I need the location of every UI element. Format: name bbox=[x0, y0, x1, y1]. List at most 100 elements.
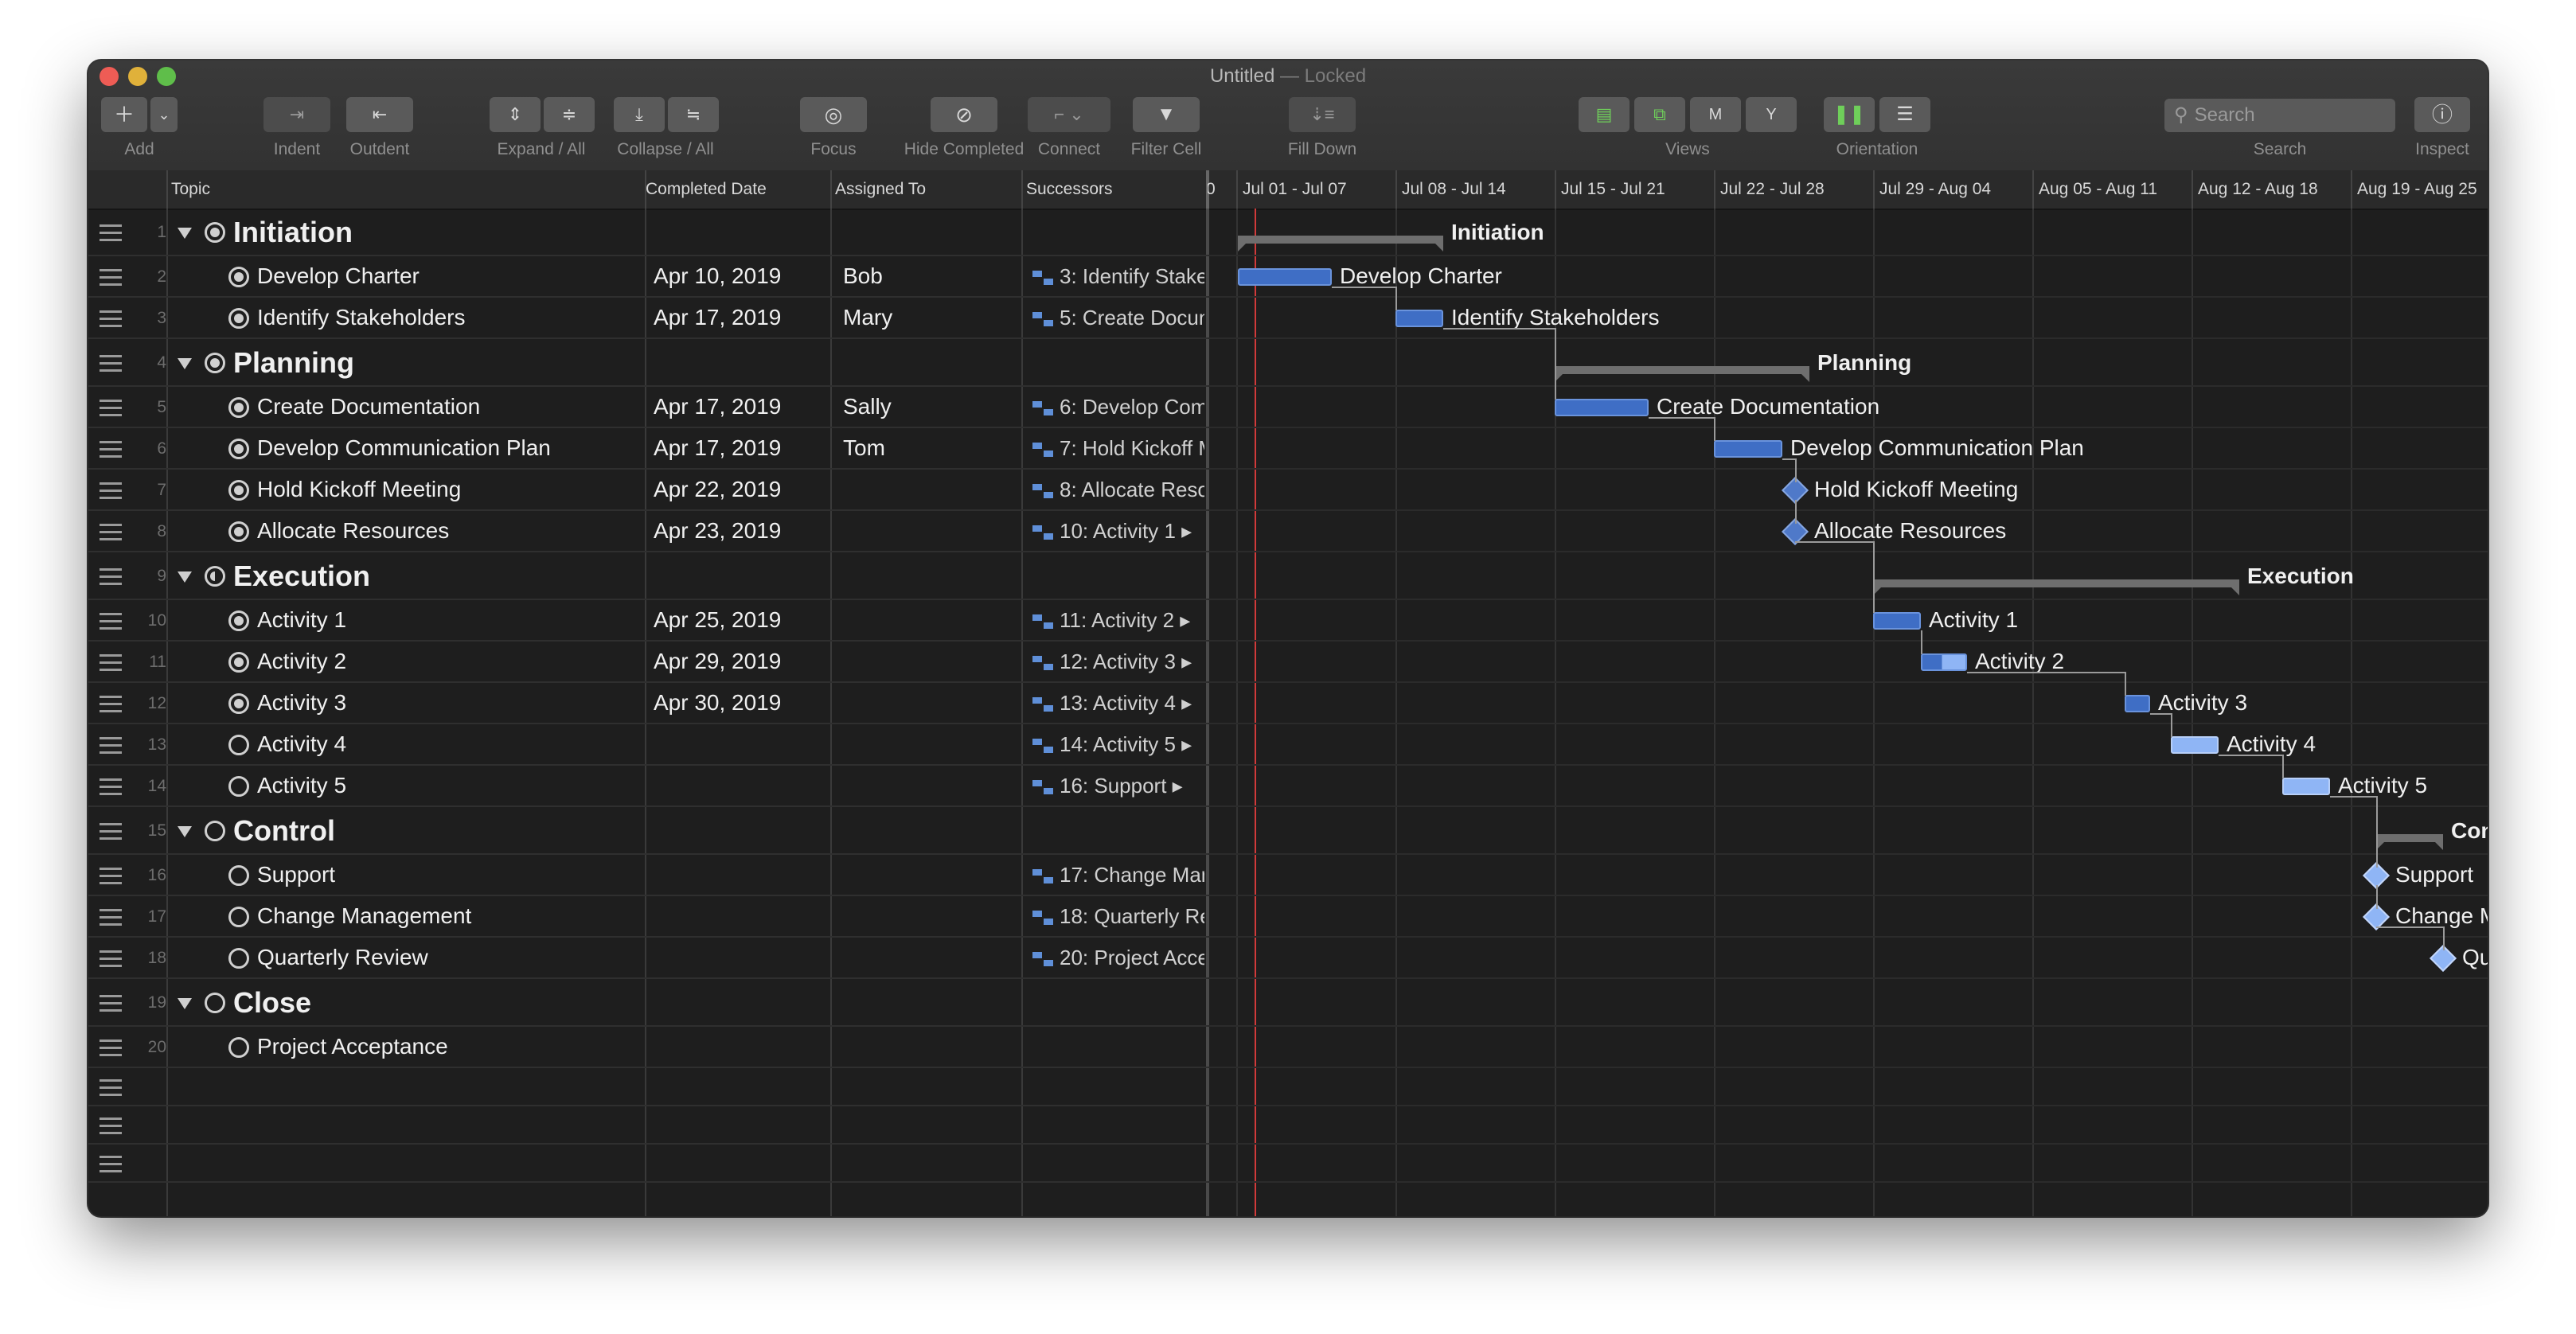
status-checkbox[interactable] bbox=[228, 735, 249, 755]
group-topic[interactable]: Execution bbox=[233, 560, 370, 593]
successors-cell[interactable]: 13: Activity 4 ▸ bbox=[1032, 691, 1204, 716]
row-drag-handle-icon[interactable] bbox=[100, 441, 122, 462]
task-topic[interactable]: Activity 3 bbox=[257, 690, 346, 716]
status-checkbox[interactable] bbox=[228, 610, 249, 631]
gantt-task-bar[interactable] bbox=[1921, 653, 1967, 671]
task-topic[interactable]: Allocate Resources bbox=[257, 518, 449, 544]
task-topic[interactable]: Activity 4 bbox=[257, 731, 346, 757]
year-view-button[interactable]: Y bbox=[1746, 97, 1797, 132]
task-topic[interactable]: Identify Stakeholders bbox=[257, 305, 466, 330]
task-topic[interactable]: Quarterly Review bbox=[257, 945, 428, 970]
row-drag-handle-icon[interactable] bbox=[100, 310, 122, 332]
successors-cell[interactable]: 7: Hold Kickoff Meeting bbox=[1032, 436, 1204, 461]
assigned-to-cell[interactable]: Sally bbox=[843, 394, 1014, 419]
successors-cell[interactable]: 10: Activity 1 ▸ bbox=[1032, 519, 1204, 544]
add-button[interactable]: ＋ bbox=[101, 97, 147, 132]
disclosure-triangle-icon[interactable] bbox=[178, 358, 192, 369]
row-drag-handle-icon[interactable] bbox=[100, 696, 122, 717]
gantt-task-bar[interactable] bbox=[1873, 612, 1921, 630]
successors-cell[interactable]: 6: Develop Communication Plan bbox=[1032, 395, 1204, 419]
hide-completed-button[interactable]: ⊘ bbox=[931, 97, 997, 132]
successors-cell[interactable]: 17: Change Management bbox=[1032, 863, 1204, 887]
assigned-to-cell[interactable]: Bob bbox=[843, 263, 1014, 289]
gantt-summary-bar[interactable] bbox=[1555, 366, 1809, 382]
row-drag-handle-icon[interactable] bbox=[100, 778, 122, 800]
outline-row[interactable]: 18 Quarterly Review 20: Project Acceptance bbox=[88, 938, 1208, 979]
gantt-task-bar[interactable] bbox=[1238, 268, 1332, 286]
row-drag-handle-icon[interactable] bbox=[100, 1079, 122, 1101]
outline-row[interactable]: 3 Identify Stakeholders Apr 17, 2019 Mary 5:… bbox=[88, 298, 1208, 339]
disclosure-triangle-icon[interactable] bbox=[178, 571, 192, 583]
group-topic[interactable]: Close bbox=[233, 986, 311, 1020]
task-topic[interactable]: Activity 5 bbox=[257, 773, 346, 798]
gantt-task-bar[interactable] bbox=[2282, 778, 2330, 795]
outline-row[interactable]: 5 Create Documentation Apr 17, 2019 Sally 6:… bbox=[88, 387, 1208, 428]
fill-down-button[interactable]: ⇣≡ bbox=[1289, 97, 1356, 132]
outline-row[interactable]: 15 Control bbox=[88, 807, 1208, 855]
outline-row[interactable]: 8 Allocate Resources Apr 23, 2019 10: Activ… bbox=[88, 511, 1208, 552]
successors-cell[interactable]: 3: Identify Stakeholders bbox=[1032, 264, 1204, 289]
indent-button[interactable]: ⇥ bbox=[263, 97, 330, 132]
status-checkbox[interactable] bbox=[228, 439, 249, 459]
row-drag-handle-icon[interactable] bbox=[100, 868, 122, 889]
empty-row[interactable] bbox=[88, 1106, 1208, 1145]
outline-row[interactable]: 16 Support 17: Change Management bbox=[88, 855, 1208, 896]
status-checkbox[interactable] bbox=[228, 521, 249, 542]
status-checkbox[interactable] bbox=[228, 1037, 249, 1058]
row-drag-handle-icon[interactable] bbox=[100, 400, 122, 421]
status-checkbox[interactable] bbox=[205, 566, 225, 587]
outline-row[interactable]: 4 Planning bbox=[88, 339, 1208, 387]
status-checkbox[interactable] bbox=[205, 353, 225, 373]
outline-row[interactable]: 19 Close bbox=[88, 979, 1208, 1027]
collapse-button[interactable]: ⤓ bbox=[614, 97, 665, 132]
row-drag-handle-icon[interactable] bbox=[100, 568, 122, 590]
empty-row[interactable] bbox=[88, 1068, 1208, 1106]
successors-cell[interactable]: 5: Create Documentation bbox=[1032, 306, 1204, 330]
status-checkbox[interactable] bbox=[228, 308, 249, 329]
row-drag-handle-icon[interactable] bbox=[100, 909, 122, 930]
completed-date-cell[interactable]: Apr 17, 2019 bbox=[654, 435, 825, 461]
task-topic[interactable]: Activity 2 bbox=[257, 649, 346, 674]
group-topic[interactable]: Control bbox=[233, 814, 335, 848]
status-checkbox[interactable] bbox=[205, 993, 225, 1013]
task-topic[interactable]: Develop Charter bbox=[257, 263, 420, 289]
task-topic[interactable]: Project Acceptance bbox=[257, 1034, 448, 1059]
inspect-button[interactable]: ⓘ bbox=[2414, 97, 2470, 132]
add-menu-chevron-icon[interactable]: ⌄ bbox=[150, 97, 178, 132]
outline-row[interactable]: 7 Hold Kickoff Meeting Apr 22, 2019 8: Allo… bbox=[88, 470, 1208, 511]
group-topic[interactable]: Initiation bbox=[233, 216, 353, 249]
column-header-assigned-to[interactable]: Assigned To bbox=[835, 170, 1018, 209]
row-drag-handle-icon[interactable] bbox=[100, 1118, 122, 1139]
row-drag-handle-icon[interactable] bbox=[100, 654, 122, 676]
outline-row[interactable]: 14 Activity 5 16: Support ▸ bbox=[88, 766, 1208, 807]
outline-row[interactable]: 9 Execution bbox=[88, 552, 1208, 600]
orientation-horizontal-button[interactable]: ☰ bbox=[1879, 97, 1930, 132]
search-field[interactable]: ⚲ Search bbox=[2164, 99, 2395, 132]
status-checkbox[interactable] bbox=[228, 907, 249, 927]
filter-cell-button[interactable]: ▼ bbox=[1133, 97, 1200, 132]
completed-date-cell[interactable]: Apr 25, 2019 bbox=[654, 607, 825, 633]
assigned-to-cell[interactable]: Mary bbox=[843, 305, 1014, 330]
row-drag-handle-icon[interactable] bbox=[100, 737, 122, 759]
gantt-task-bar[interactable] bbox=[2125, 695, 2150, 712]
row-drag-handle-icon[interactable] bbox=[100, 823, 122, 844]
status-checkbox[interactable] bbox=[205, 222, 225, 243]
month-view-button[interactable]: M bbox=[1690, 97, 1741, 132]
successors-cell[interactable]: 18: Quarterly Review bbox=[1032, 904, 1204, 929]
outline-row[interactable]: 11 Activity 2 Apr 29, 2019 12: Activity 3 ▸ bbox=[88, 642, 1208, 683]
orientation-vertical-button[interactable]: ❚❚ bbox=[1824, 97, 1875, 132]
disclosure-triangle-icon[interactable] bbox=[178, 826, 192, 837]
gantt-task-bar[interactable] bbox=[1555, 399, 1649, 416]
outdent-button[interactable]: ⇤ bbox=[346, 97, 413, 132]
row-drag-handle-icon[interactable] bbox=[100, 524, 122, 545]
task-topic[interactable]: Activity 1 bbox=[257, 607, 346, 633]
completed-date-cell[interactable]: Apr 23, 2019 bbox=[654, 518, 825, 544]
outline-row[interactable]: 6 Develop Communication Plan Apr 17, 2019 T… bbox=[88, 428, 1208, 470]
column-divider[interactable] bbox=[166, 170, 168, 209]
gantt-summary-bar[interactable] bbox=[1238, 236, 1443, 252]
successors-cell[interactable]: 11: Activity 2 ▸ bbox=[1032, 608, 1204, 633]
outline-row[interactable]: 20 Project Acceptance bbox=[88, 1027, 1208, 1068]
task-topic[interactable]: Support bbox=[257, 862, 335, 887]
disclosure-triangle-icon[interactable] bbox=[178, 998, 192, 1009]
expand-all-button[interactable]: ≑ bbox=[544, 97, 595, 132]
